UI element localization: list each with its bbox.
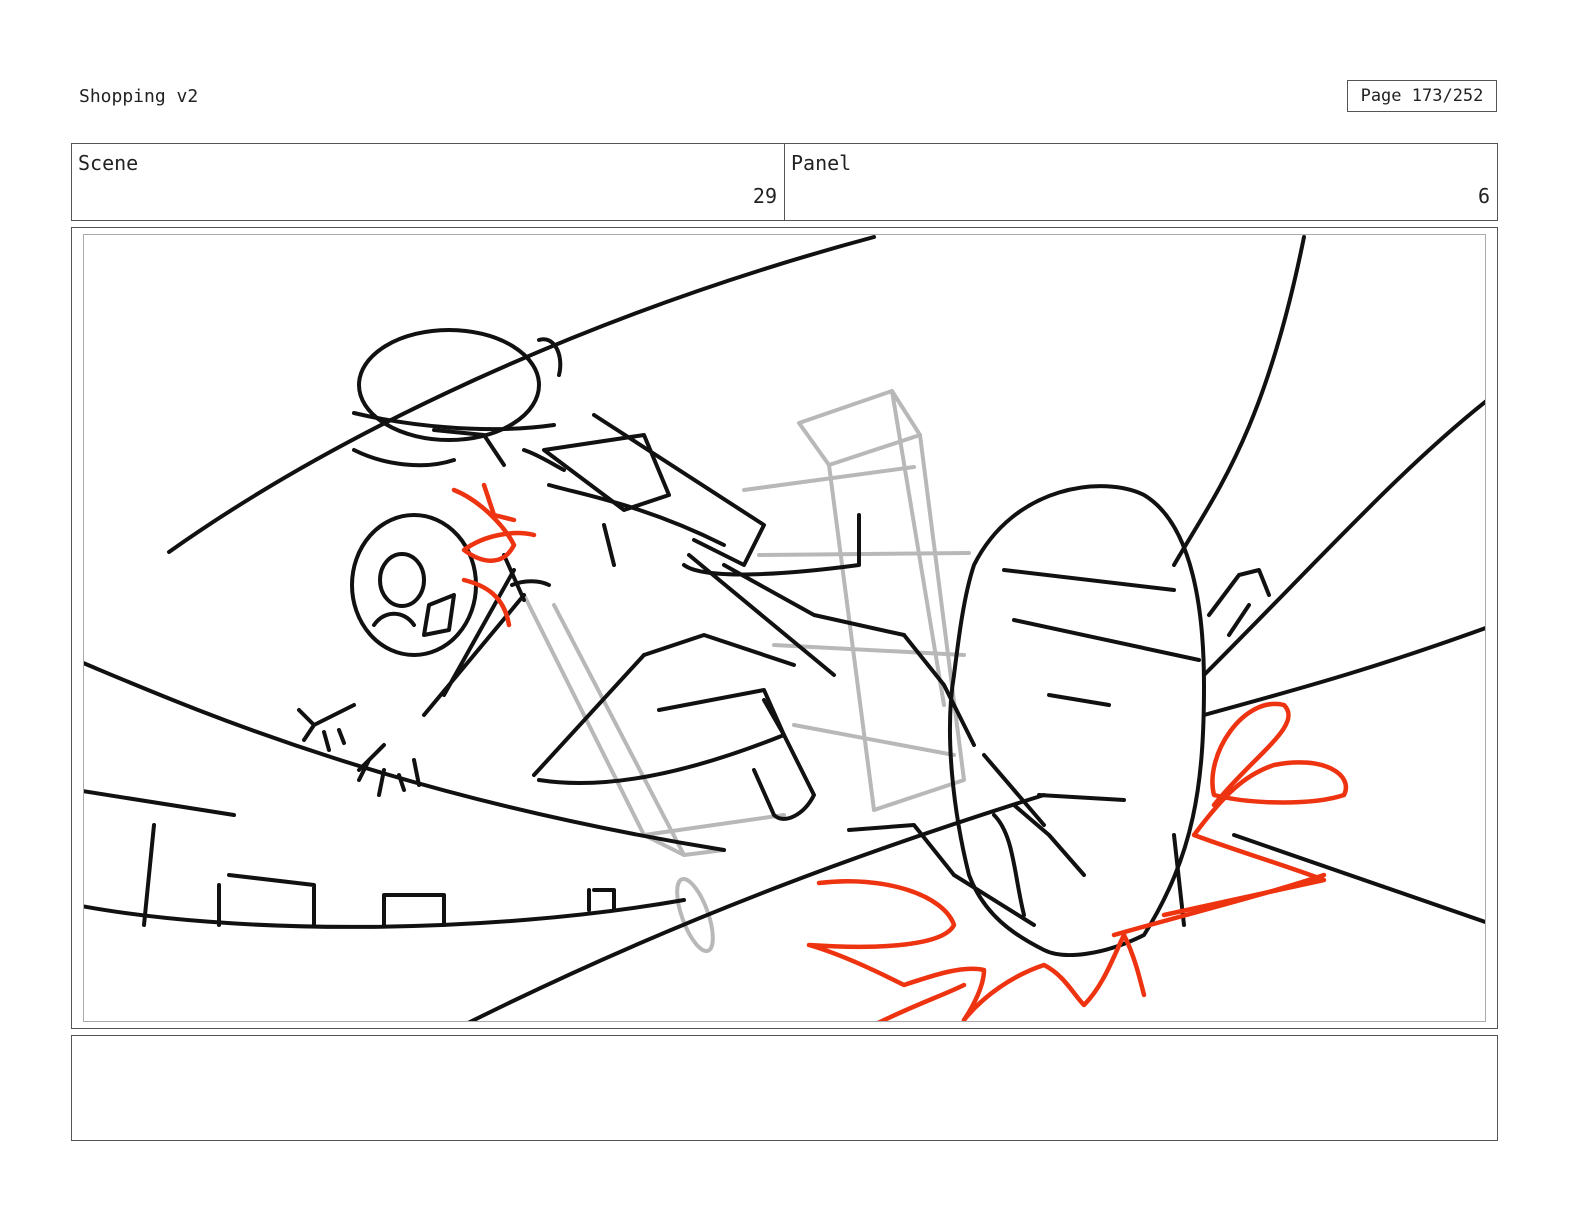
panel-label: Panel	[791, 151, 852, 175]
scene-number: 29	[752, 184, 777, 208]
scene-label: Scene	[78, 151, 139, 175]
impact-effect-marks	[451, 482, 1348, 1021]
storyboard-drawing-area	[83, 234, 1486, 1022]
page-number-label: Page 173/252	[1360, 86, 1484, 106]
page-indicator: Page 173/252	[1347, 80, 1497, 112]
storyboard-panel-frame	[71, 227, 1498, 1029]
panel-cell: Panel 6	[784, 144, 1497, 220]
document-title: Shopping v2	[79, 86, 199, 107]
scene-cell: Scene 29	[72, 144, 784, 220]
storyboard-sketch	[84, 235, 1485, 1021]
character-ink-lines	[84, 235, 1485, 1021]
cart-construction-lines	[522, 389, 971, 953]
scene-panel-header: Scene 29 Panel 6	[71, 143, 1498, 221]
panel-number: 6	[1477, 184, 1490, 208]
panel-notes-box	[71, 1035, 1498, 1141]
